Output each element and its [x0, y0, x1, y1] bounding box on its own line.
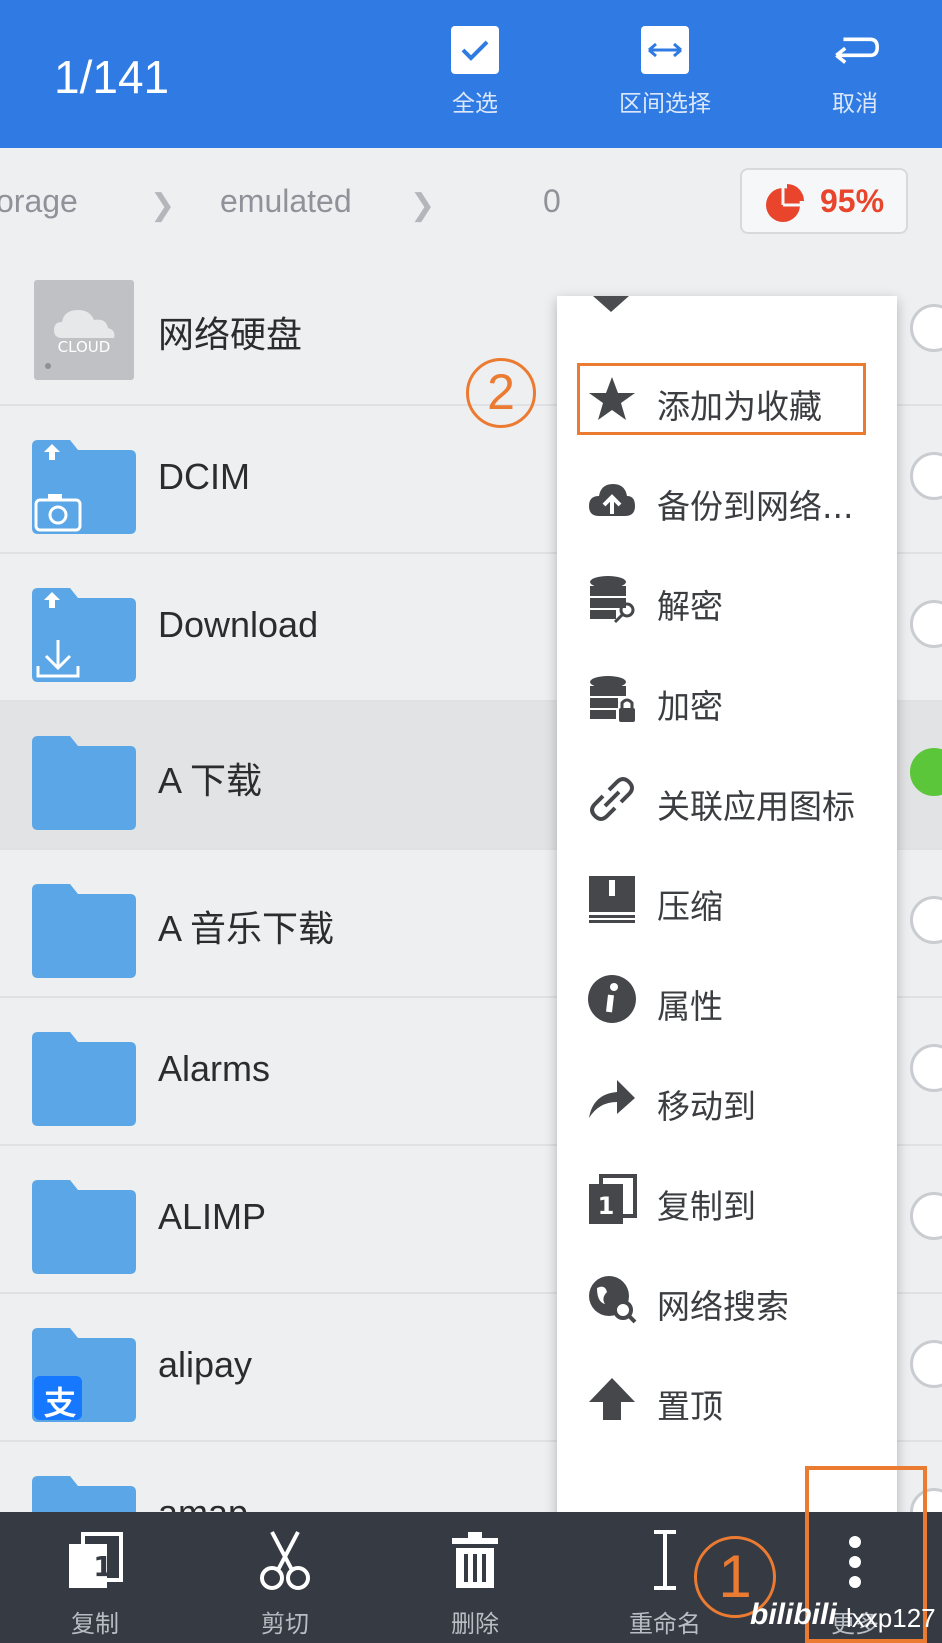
folder-icon	[32, 1032, 136, 1126]
camera-folder-icon	[32, 440, 136, 534]
menu-item-label: 关联应用图标	[657, 787, 855, 826]
folder-icon	[32, 1180, 136, 1274]
watermark-user: lxxp127	[846, 1603, 936, 1633]
select-checkbox[interactable]	[910, 1044, 942, 1092]
selection-count: 1/141	[54, 51, 170, 103]
copy-icon: 1	[20, 1528, 170, 1590]
info-icon	[588, 975, 636, 1023]
breadcrumb: orage ❯ emulated ❯ 0 95%	[0, 148, 942, 258]
select-all-button[interactable]: 全选	[410, 22, 540, 132]
storage-percent: 95%	[820, 183, 885, 219]
file-name: Download	[158, 604, 319, 645]
copy-button[interactable]: 1 复制	[20, 1522, 170, 1639]
cut-button[interactable]: 剪切	[210, 1522, 360, 1639]
select-checkbox[interactable]	[910, 1340, 942, 1388]
cut-label: 剪切	[261, 1610, 309, 1638]
select-all-label: 全选	[452, 91, 498, 117]
pie-chart-icon	[766, 184, 804, 222]
file-name: alipay	[158, 1344, 253, 1385]
breadcrumb-item-emulated[interactable]: emulated	[220, 183, 352, 220]
menu-item-label: 压缩	[657, 887, 723, 926]
decrypt-icon	[590, 576, 635, 624]
breadcrumb-item-0[interactable]: 0	[543, 183, 561, 220]
checkbox-icon	[451, 26, 499, 74]
folder-icon	[32, 736, 136, 830]
breadcrumb-item-storage[interactable]: orage	[0, 183, 78, 220]
menu-item-properties[interactable]: 属性	[557, 948, 897, 1048]
menu-item-web-search[interactable]: 网络搜索	[557, 1248, 897, 1348]
trash-icon	[400, 1528, 550, 1590]
alipay-badge: 支	[43, 1384, 76, 1422]
select-checkbox[interactable]	[910, 452, 942, 500]
favorite-highlight-box	[577, 363, 866, 435]
file-name: ALIMP	[158, 1196, 267, 1237]
menu-item-backup-cloud[interactable]: 备份到网络...	[557, 448, 897, 548]
cancel-button[interactable]: 取消	[790, 22, 920, 132]
select-checkbox[interactable]	[910, 600, 942, 648]
cloud-upload-icon	[589, 484, 635, 516]
menu-item-associate-icon[interactable]: 关联应用图标	[557, 748, 897, 848]
web-search-icon	[589, 1276, 637, 1324]
download-folder-icon	[32, 588, 136, 682]
chevron-right-icon: ❯	[410, 188, 436, 223]
menu-item-label: 备份到网络...	[657, 487, 854, 526]
copy-to-glyph: 1	[597, 1192, 615, 1220]
menu-item-pin-top[interactable]: 置顶	[557, 1348, 897, 1448]
delete-button[interactable]: 删除	[400, 1522, 550, 1639]
range-select-label: 区间选择	[619, 91, 711, 117]
file-name: Alarms	[158, 1048, 271, 1089]
undo-arrow-icon	[831, 26, 879, 74]
step-2-marker: 2	[466, 358, 536, 428]
file-name: DCIM	[158, 456, 250, 497]
bilibili-watermark: bilibili	[750, 1598, 837, 1631]
select-checkbox[interactable]	[910, 304, 942, 352]
menu-item-copy-to[interactable]: 1 复制到	[557, 1148, 897, 1248]
folder-icon	[32, 884, 136, 978]
menu-item-label: 加密	[657, 687, 723, 726]
menu-item-compress[interactable]: 压缩	[557, 848, 897, 948]
menu-item-label: 移动到	[657, 1087, 756, 1126]
pin-top-icon	[589, 1378, 635, 1420]
range-select-button[interactable]: 区间选择	[600, 22, 730, 132]
select-checkbox[interactable]	[910, 896, 942, 944]
menu-item-label: 复制到	[657, 1187, 756, 1226]
delete-label: 删除	[451, 1610, 499, 1638]
menu-item-move-to[interactable]: 移动到	[557, 1048, 897, 1148]
storage-usage-button[interactable]: 95%	[740, 168, 908, 234]
encrypt-icon	[590, 676, 635, 722]
menu-item-decrypt[interactable]: 解密	[557, 548, 897, 648]
file-name: 网络硬盘	[158, 314, 303, 355]
file-name: A 音乐下载	[158, 908, 335, 949]
chevron-right-icon: ❯	[150, 188, 176, 223]
selection-header: 1/141 全选 区间选择 取消	[0, 0, 942, 148]
cancel-label: 取消	[832, 91, 878, 117]
menu-item-encrypt[interactable]: 加密	[557, 648, 897, 748]
partial-menu-icon	[593, 296, 629, 312]
select-checkbox[interactable]	[910, 1192, 942, 1240]
cloud-drive-icon: CLOUD	[34, 280, 134, 380]
cloud-label: CLOUD	[57, 338, 111, 356]
file-name: A 下载	[158, 760, 263, 801]
link-icon	[590, 777, 634, 821]
scissors-icon	[210, 1528, 360, 1590]
menu-item-label: 网络搜索	[657, 1287, 789, 1326]
menu-item-label: 解密	[657, 587, 723, 626]
range-arrows-icon	[641, 26, 689, 74]
compress-icon	[589, 876, 635, 923]
copy-glyph: 1	[93, 1550, 113, 1583]
move-icon	[589, 1080, 635, 1118]
select-checkbox-checked[interactable]	[910, 748, 942, 796]
copy-label: 复制	[71, 1610, 119, 1638]
more-options-menu: 添加为收藏 备份到网络... 解密 加密 关联应用图标 压缩 属性 移动到 1 …	[557, 296, 897, 1520]
menu-item-label: 属性	[657, 987, 723, 1026]
menu-item-label: 置顶	[657, 1387, 723, 1426]
